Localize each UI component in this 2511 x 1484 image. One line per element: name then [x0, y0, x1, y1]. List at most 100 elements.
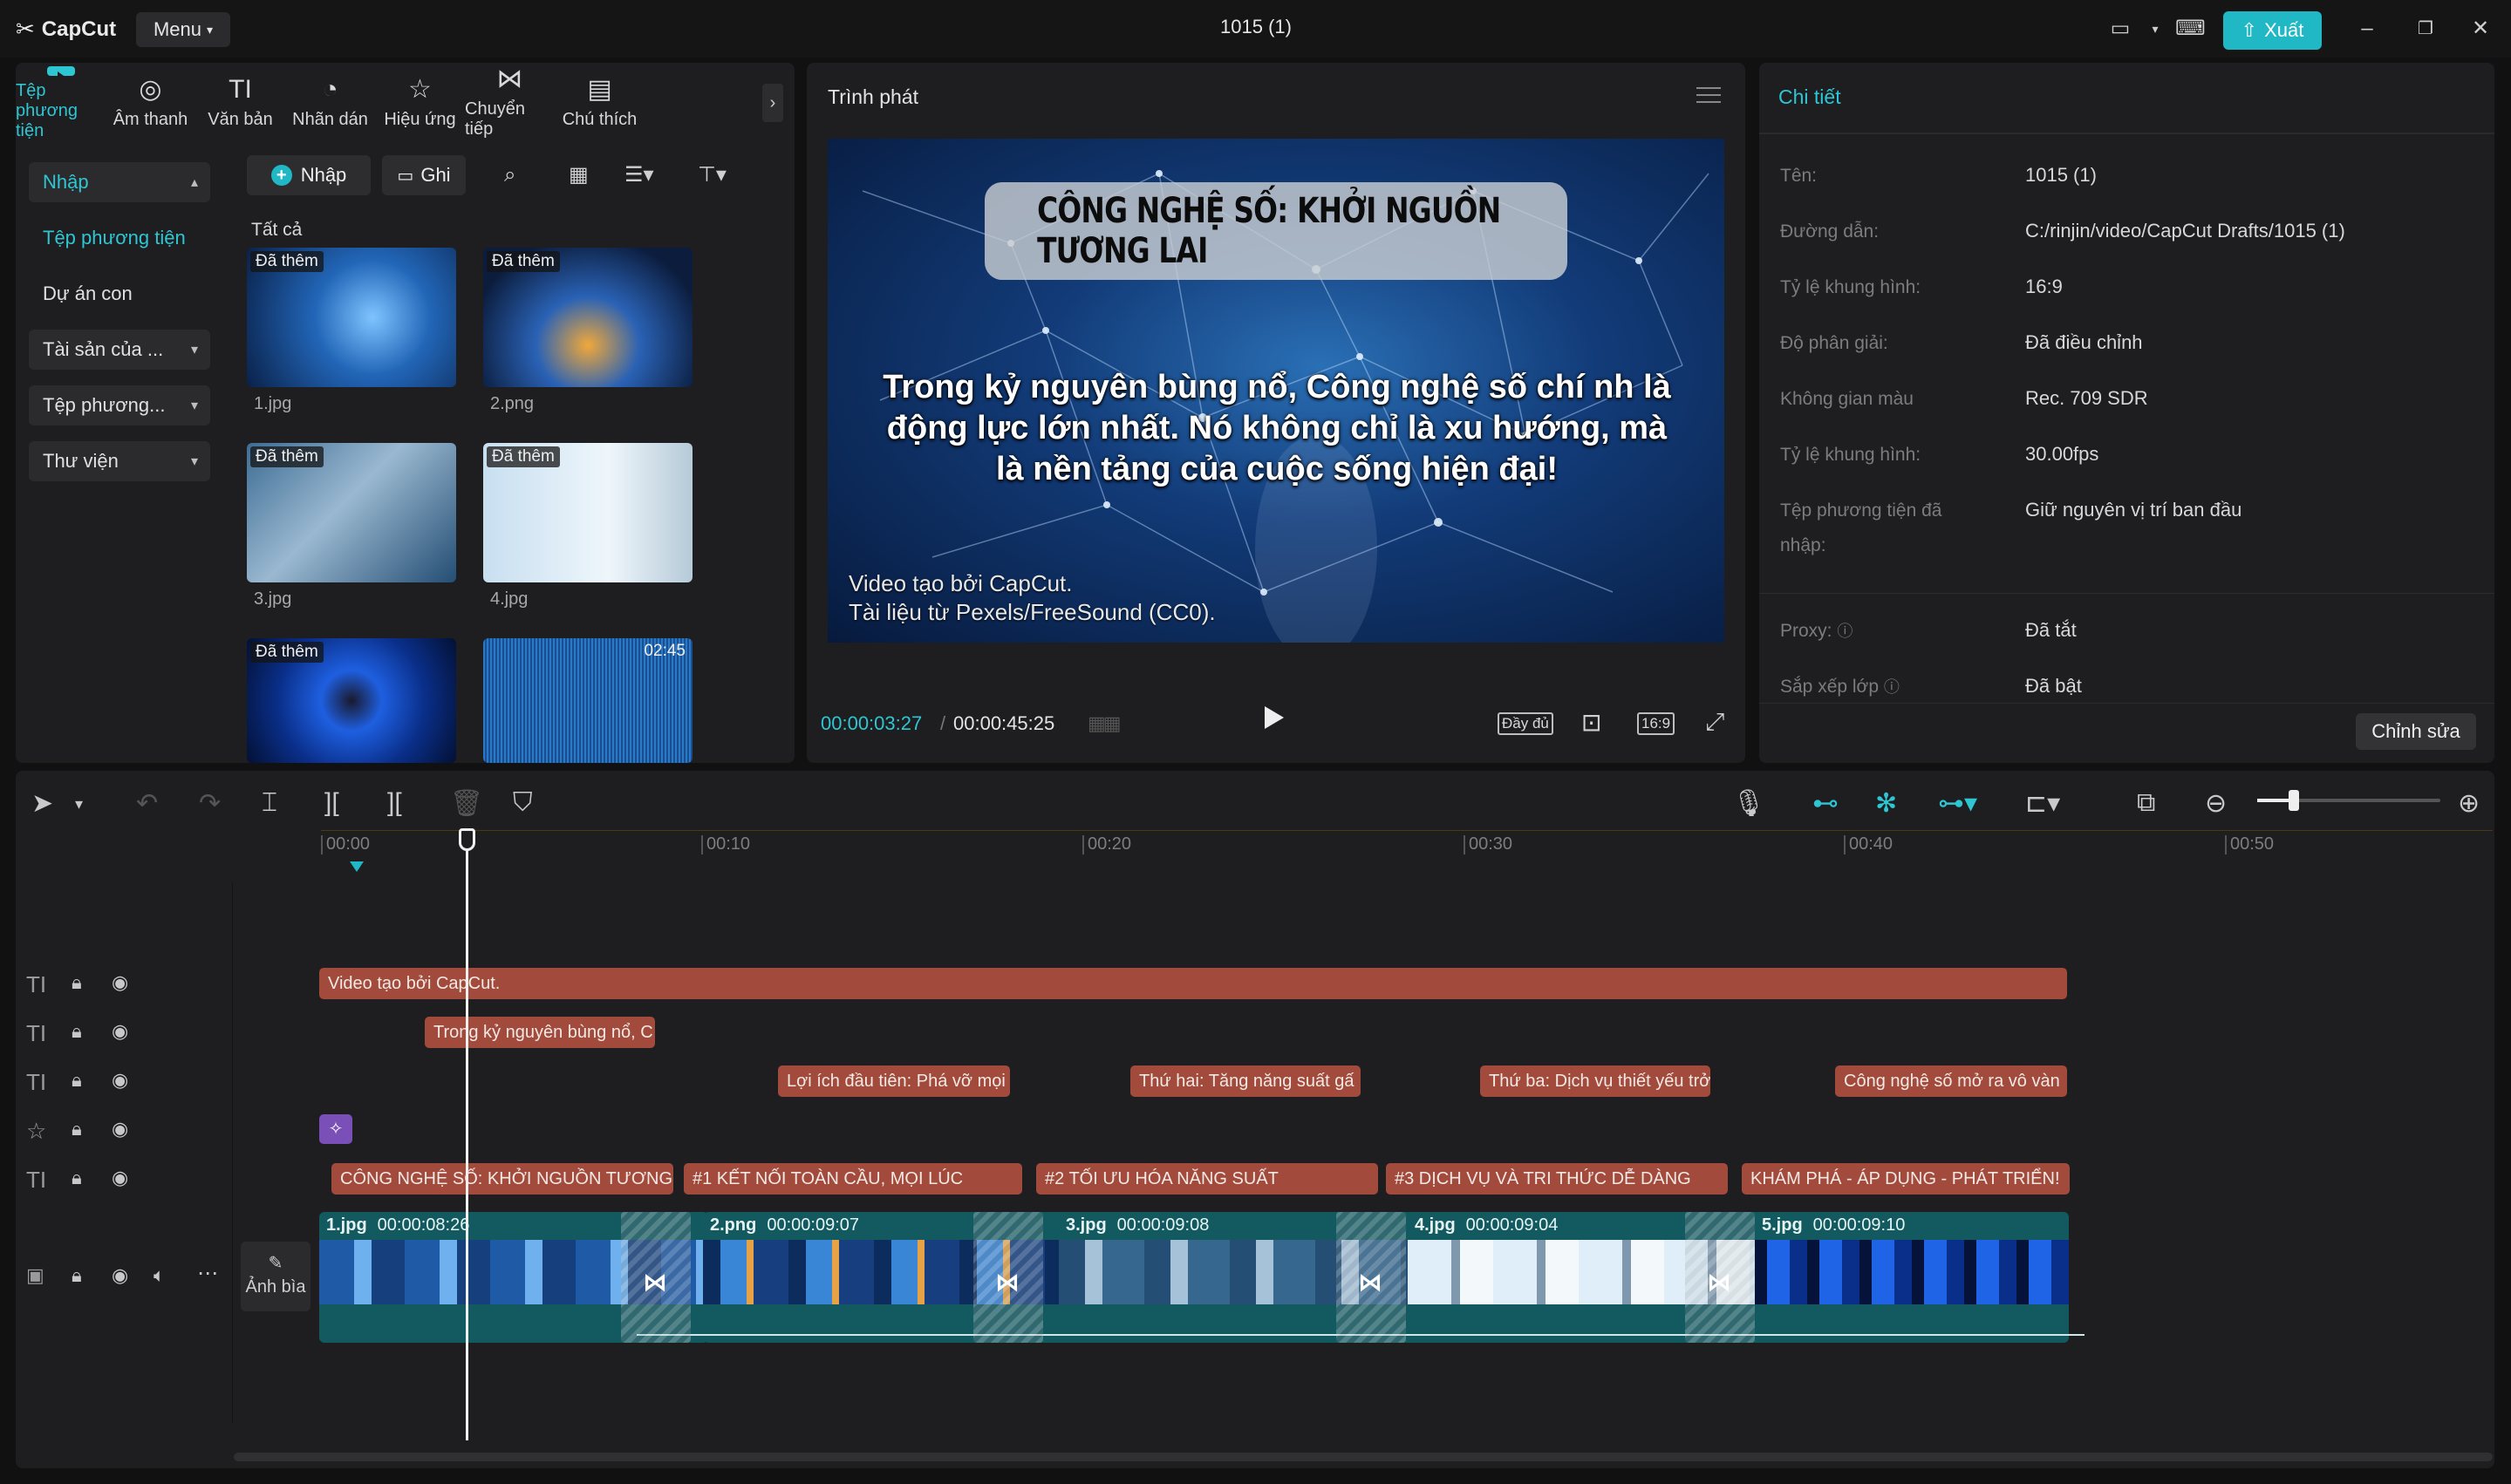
title-clip[interactable]: #1 KẾT NỐI TOÀN CẦU, MỌI LÚC [684, 1163, 1022, 1195]
player-menu-icon[interactable] [1696, 87, 1721, 105]
eye-icon[interactable]: ◉ [112, 1264, 128, 1287]
restore-icon[interactable]: ❐ [2412, 16, 2439, 42]
select-tool-icon[interactable]: ➤ [31, 788, 53, 819]
video-clip[interactable]: 5.jpg 00:00:09:10 [1755, 1212, 2069, 1343]
cover-button[interactable]: ✎ Ảnh bìa [241, 1242, 310, 1311]
play-icon[interactable] [1265, 706, 1284, 729]
speaker-icon[interactable]: 🔈︎ [154, 1264, 165, 1287]
tabs-next-arrow-icon[interactable]: › [762, 84, 783, 122]
filter-icon[interactable]: ⊤▾ [698, 160, 727, 190]
quality-full-button[interactable]: Đầy đủ [1498, 712, 1553, 735]
split-left-icon[interactable]: ][ [324, 788, 339, 818]
lock-icon[interactable]: 🔒︎ [72, 1167, 82, 1189]
media-thumbnail[interactable]: Đã thêm [483, 443, 693, 582]
media-tabs: Tệp phương tiện ◎ Âm thanh TI Văn bản ◔ … [16, 63, 766, 141]
detail-label: Đường dẫn: [1780, 221, 1880, 242]
sidebar-item-sub-projects[interactable]: Dự án con [29, 274, 210, 314]
tab-media-label: Tệp phương tiện [16, 81, 78, 140]
sidebar-item-library[interactable]: Thư viện ▾ [29, 441, 210, 481]
detail-value: Giữ nguyên vị trí ban đầu [2025, 499, 2242, 521]
playhead[interactable] [466, 830, 468, 1440]
title-clip[interactable]: CÔNG NGHỆ SỐ: KHỞI NGUỒN TƯƠNG [331, 1163, 673, 1195]
auto-snap-icon[interactable]: ✻ [1875, 788, 1897, 819]
added-badge: Đã thêm [250, 446, 324, 467]
lock-icon[interactable]: 🔒︎ [72, 1264, 82, 1287]
timeline-marker[interactable] [350, 861, 364, 872]
grid-view-icon[interactable]: ▦ [569, 160, 589, 190]
fullscreen-icon[interactable]: ⤢ [1705, 708, 1724, 737]
fit-timeline-icon[interactable]: ⧉ [2137, 788, 2155, 818]
sidebar-item-local-media[interactable]: Tệp phương tiện [29, 218, 210, 258]
edit-button[interactable]: Chỉnh sửa [2356, 713, 2476, 750]
text-clip[interactable]: Công nghệ số mở ra vô vàn [1835, 1065, 2067, 1097]
more-icon[interactable]: ⋯ [197, 1261, 218, 1286]
eye-icon[interactable]: ◉ [112, 1167, 128, 1189]
audio-thumbnail[interactable]: 02:45 [483, 638, 693, 763]
media-thumbnail[interactable]: Đã thêm [483, 248, 693, 387]
zoom-in-icon[interactable]: ⊕ [2458, 788, 2480, 819]
shortcut-keyboard-icon[interactable]: ⌨ [2175, 16, 2206, 42]
menu-button[interactable]: Menu ▾ [136, 12, 230, 47]
eye-icon[interactable]: ◉ [112, 1020, 128, 1043]
tab-media[interactable]: Tệp phương tiện [16, 63, 106, 141]
delete-icon[interactable]: 🗑 [450, 788, 483, 819]
sort-icon[interactable]: ☰▾ [624, 160, 654, 190]
undo-icon[interactable]: ↶ [136, 788, 158, 819]
close-icon[interactable]: ✕ [2467, 16, 2494, 42]
split-right-icon[interactable]: ][ [387, 788, 402, 818]
detail-value: 30.00fps [2025, 443, 2099, 465]
layout-icon[interactable]: ▭ [2106, 16, 2134, 42]
sidebar-sub-projects-label: Dự án con [43, 283, 133, 304]
sidebar-item-import[interactable]: Nhập ▴ [29, 162, 210, 202]
sidebar-item-assets[interactable]: Tài sản của ... ▾ [29, 330, 210, 370]
playhead-handle[interactable] [459, 828, 475, 851]
linkage-icon[interactable]: ⊶▾ [1938, 788, 1977, 819]
minimize-icon[interactable]: – [2353, 16, 2381, 42]
title-clip[interactable]: #2 TỐI ƯU HÓA NĂNG SUẤT [1036, 1163, 1378, 1195]
media-thumbnail[interactable]: Đã thêm [247, 638, 456, 763]
timeline-scrollbar[interactable] [234, 1453, 2493, 1461]
tab-transitions[interactable]: ⋈ Chuyển tiếp [465, 63, 555, 141]
lock-icon[interactable]: 🔒︎ [72, 1118, 82, 1140]
split-icon[interactable]: ⌶ [262, 788, 277, 818]
search-icon[interactable]: ⌕ [504, 160, 515, 190]
import-button[interactable]: + Nhập [247, 155, 371, 195]
title-clip[interactable]: KHÁM PHÁ - ÁP DỤNG - PHÁT TRIỂN! [1742, 1163, 2070, 1195]
export-button[interactable]: ⇧ Xuất [2223, 11, 2322, 50]
preview-axis-icon[interactable]: ⊏▾ [2025, 788, 2060, 819]
zoom-out-icon[interactable]: ⊖ [2205, 788, 2227, 819]
eye-icon[interactable]: ◉ [112, 1069, 128, 1092]
lock-icon[interactable]: 🔒︎ [72, 971, 82, 994]
text-clip[interactable]: Lợi ích đầu tiên: Phá vỡ mọi [778, 1065, 1010, 1097]
text-clip[interactable]: Trong kỷ nguyên bùng nổ, C [425, 1017, 655, 1048]
redo-icon[interactable]: ↷ [199, 788, 221, 819]
lock-icon[interactable]: 🔒︎ [72, 1020, 82, 1043]
text-clip[interactable]: Thứ ba: Dịch vụ thiết yếu trở [1480, 1065, 1710, 1097]
chevron-down-icon[interactable]: ▾ [75, 795, 83, 813]
eye-icon[interactable]: ◉ [112, 971, 128, 994]
media-thumbnail[interactable]: Đã thêm [247, 443, 456, 582]
zoom-slider-thumb[interactable] [2289, 790, 2299, 811]
media-thumbnail[interactable]: Đã thêm [247, 248, 456, 387]
tab-stickers[interactable]: ◔ Nhãn dán [285, 63, 375, 141]
fit-screen-icon[interactable]: ⊡ [1581, 708, 1601, 737]
aspect-ratio-button[interactable]: 16:9 [1637, 712, 1675, 735]
eye-icon[interactable]: ◉ [112, 1118, 128, 1140]
video-preview[interactable]: CÔNG NGHỆ SỐ: KHỞI NGUỒN TƯƠNG LAI Trong… [828, 139, 1724, 643]
record-button[interactable]: ▭ Ghi [382, 155, 466, 195]
text-clip[interactable]: Video tạo bởi CapCut. [319, 968, 2067, 999]
marker-icon[interactable]: ⛉ [513, 788, 533, 818]
tab-captions[interactable]: ▤ Chú thích [555, 63, 645, 141]
lock-icon[interactable]: 🔒︎ [72, 1069, 82, 1092]
microphone-icon[interactable]: 🎙 [1732, 788, 1765, 819]
effect-clip[interactable]: ✧ [319, 1114, 352, 1144]
tab-audio[interactable]: ◎ Âm thanh [106, 63, 195, 141]
chevron-down-icon[interactable]: ▾ [2141, 16, 2169, 42]
tab-effects[interactable]: ☆ Hiệu ứng [375, 63, 465, 141]
sidebar-item-media-more[interactable]: Tệp phương... ▾ [29, 385, 210, 425]
zoom-slider[interactable] [2257, 790, 2440, 811]
main-track-magnet-icon[interactable]: ⊷ [1812, 788, 1839, 819]
title-clip[interactable]: #3 DỊCH VỤ VÀ TRI THỨC DỄ DÀNG [1386, 1163, 1728, 1195]
tab-text[interactable]: TI Văn bản [195, 63, 285, 141]
text-clip[interactable]: Thứ hai: Tăng năng suất gấ [1130, 1065, 1361, 1097]
